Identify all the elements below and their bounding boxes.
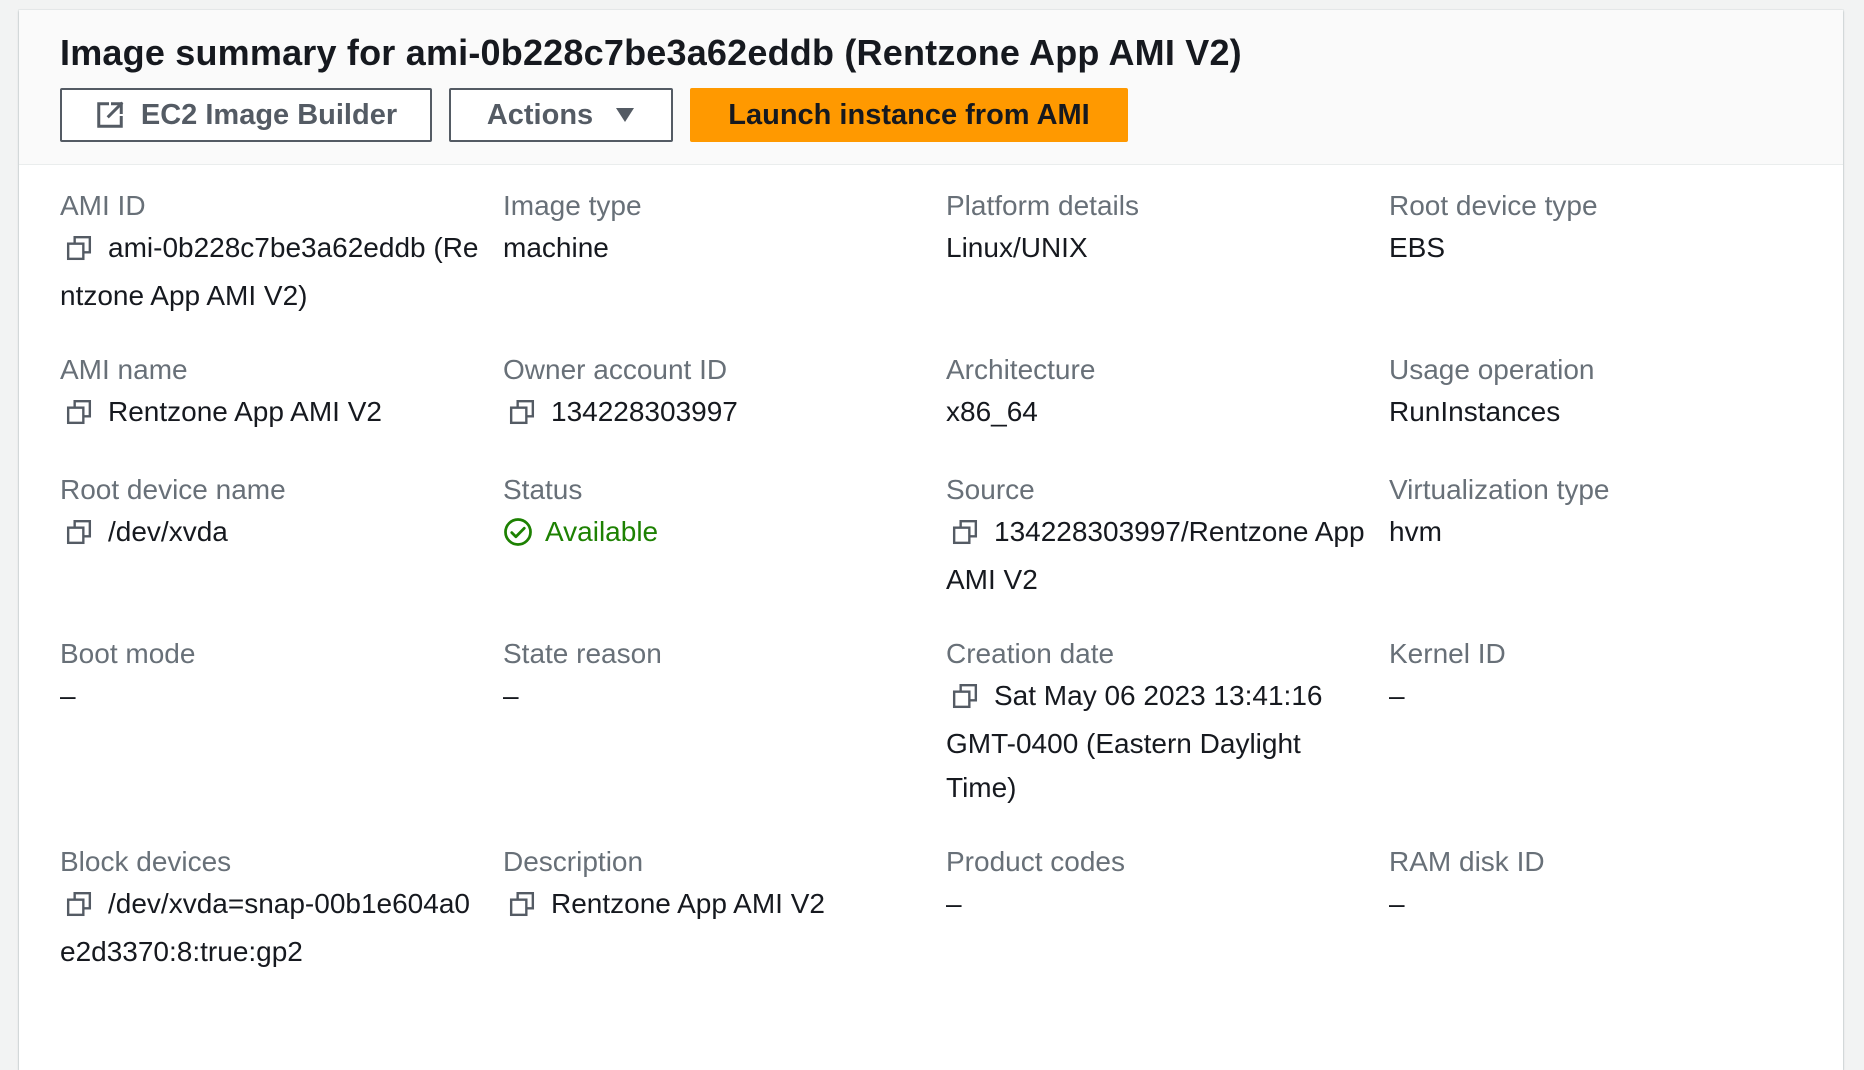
source-value: 134228303997/Rentzone App AMI V2	[946, 516, 1365, 595]
field-label: Root device type	[1389, 190, 1598, 221]
field-owner-account-id: Owner account ID 134228303997	[503, 350, 946, 470]
state-reason-value: –	[503, 680, 519, 711]
field-label: Block devices	[60, 846, 232, 877]
copy-icon[interactable]	[66, 514, 92, 558]
field-label: State reason	[503, 638, 662, 669]
field-root-device-type: Root device type EBS	[1389, 186, 1832, 350]
copy-icon[interactable]	[66, 394, 92, 438]
root-device-name-value: /dev/xvda	[108, 516, 228, 547]
field-label: Description	[503, 846, 644, 877]
ec2-image-builder-button[interactable]: EC2 Image Builder	[60, 88, 432, 142]
field-label: Source	[946, 474, 1035, 505]
ami-id-value: ami-0b228c7be3a62eddb (Rentzone App AMI …	[60, 232, 479, 311]
field-platform-details: Platform details Linux/UNIX	[946, 186, 1389, 350]
product-codes-value: –	[946, 888, 962, 919]
field-boot-mode: Boot mode –	[60, 634, 503, 842]
boot-mode-value: –	[60, 680, 76, 711]
field-label: Kernel ID	[1389, 638, 1506, 669]
field-label: RAM disk ID	[1389, 846, 1545, 877]
field-value: /dev/xvda=snap-00b1e604a0e2d3370:8:true:…	[60, 882, 503, 974]
field-block-devices: Block devices /dev/xvda=snap-00b1e604a0e…	[60, 842, 503, 994]
block-devices-value: /dev/xvda=snap-00b1e604a0e2d3370:8:true:…	[60, 888, 470, 967]
field-ami-id: AMI ID ami-0b228c7be3a62eddb (Rentzone A…	[60, 186, 503, 350]
actions-dropdown-button[interactable]: Actions	[449, 88, 673, 142]
field-label: Product codes	[946, 846, 1125, 877]
field-value: ami-0b228c7be3a62eddb (Rentzone App AMI …	[60, 226, 503, 318]
copy-icon[interactable]	[66, 230, 92, 274]
field-product-codes: Product codes –	[946, 842, 1389, 994]
field-value: Rentzone App AMI V2	[503, 882, 946, 930]
field-label: Creation date	[946, 638, 1115, 669]
image-summary-panel: Image summary for ami-0b228c7be3a62eddb …	[19, 10, 1843, 1070]
copy-icon[interactable]	[509, 886, 535, 930]
field-value: /dev/xvda	[60, 510, 503, 558]
field-label: Boot mode	[60, 638, 196, 669]
ami-name-value: Rentzone App AMI V2	[108, 396, 382, 427]
field-architecture: Architecture x86_64	[946, 350, 1389, 470]
kernel-id-value: –	[1389, 680, 1405, 711]
field-value: Rentzone App AMI V2	[60, 390, 503, 438]
field-value: 134228303997/Rentzone App AMI V2	[946, 510, 1389, 602]
field-image-type: Image type machine	[503, 186, 946, 350]
status-check-icon	[503, 516, 533, 560]
owner-account-id-value: 134228303997	[551, 396, 738, 427]
field-root-device-name: Root device name /dev/xvda	[60, 470, 503, 634]
field-label: Architecture	[946, 354, 1096, 385]
copy-icon[interactable]	[66, 886, 92, 930]
external-link-icon	[95, 100, 125, 130]
field-value: 134228303997	[503, 390, 946, 438]
copy-icon[interactable]	[952, 514, 978, 558]
field-virtualization-type: Virtualization type hvm	[1389, 470, 1832, 634]
field-status: Status Available	[503, 470, 946, 634]
field-label: Virtualization type	[1389, 474, 1610, 505]
field-label: AMI ID	[60, 190, 146, 221]
field-ram-disk-id: RAM disk ID –	[1389, 842, 1832, 994]
field-label: Root device name	[60, 474, 286, 505]
field-source: Source 134228303997/Rentzone App AMI V2	[946, 470, 1389, 634]
page-title: Image summary for ami-0b228c7be3a62eddb …	[60, 32, 1242, 73]
launch-instance-label: Launch instance from AMI	[728, 98, 1090, 131]
architecture-value: x86_64	[946, 396, 1038, 427]
caret-down-icon	[615, 107, 635, 123]
panel-header: Image summary for ami-0b228c7be3a62eddb …	[19, 10, 1843, 165]
ram-disk-id-value: –	[1389, 888, 1405, 919]
field-state-reason: State reason –	[503, 634, 946, 842]
root-device-type-value: EBS	[1389, 232, 1446, 263]
field-description: Description Rentzone App AMI V2	[503, 842, 946, 994]
copy-icon[interactable]	[509, 394, 535, 438]
status-value: Available	[545, 516, 659, 547]
field-usage-operation: Usage operation RunInstances	[1389, 350, 1832, 470]
field-label: Usage operation	[1389, 354, 1595, 385]
virtualization-type-value: hvm	[1389, 516, 1442, 547]
field-value: Sat May 06 2023 13:41:16 GMT-0400 (Easte…	[946, 674, 1389, 810]
description-value: Rentzone App AMI V2	[551, 888, 825, 919]
image-type-value: machine	[503, 232, 609, 263]
field-label: Platform details	[946, 190, 1139, 221]
field-label: AMI name	[60, 354, 188, 385]
details-grid: AMI ID ami-0b228c7be3a62eddb (Rentzone A…	[60, 186, 1836, 994]
field-kernel-id: Kernel ID –	[1389, 634, 1832, 842]
launch-instance-button[interactable]: Launch instance from AMI	[690, 88, 1128, 142]
field-label: Image type	[503, 190, 642, 221]
ec2-image-builder-label: EC2 Image Builder	[140, 98, 398, 131]
creation-date-value: Sat May 06 2023 13:41:16 GMT-0400 (Easte…	[946, 680, 1323, 803]
field-label: Owner account ID	[503, 354, 728, 385]
field-value: Available	[503, 510, 946, 560]
copy-icon[interactable]	[952, 678, 978, 722]
field-label: Status	[503, 474, 583, 505]
platform-details-value: Linux/UNIX	[946, 232, 1088, 263]
usage-operation-value: RunInstances	[1389, 396, 1561, 427]
field-creation-date: Creation date Sat May 06 2023 13:41:16 G…	[946, 634, 1389, 842]
actions-label: Actions	[486, 98, 594, 131]
field-ami-name: AMI name Rentzone App AMI V2	[60, 350, 503, 470]
